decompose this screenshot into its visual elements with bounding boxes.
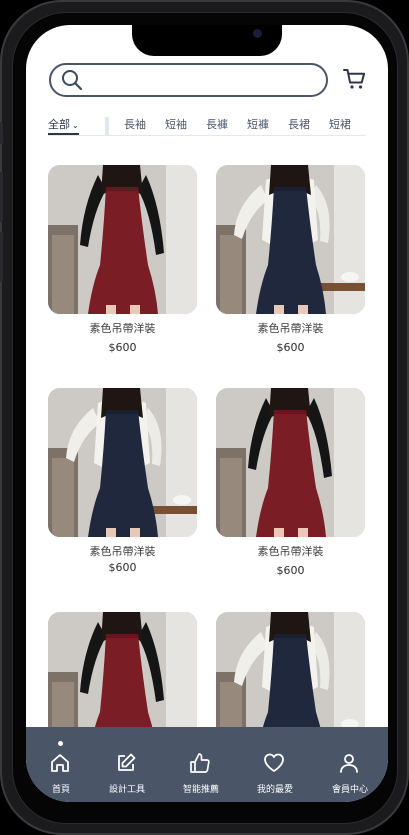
edit-icon (118, 753, 136, 771)
app-screen: 全部⌄ 長袖 短袖 長褲 短褲 長裙 短裙 襯 素色吊帶洋裝 $600 素色吊帶… (26, 25, 388, 802)
tab-long-pants[interactable]: 長褲 (206, 117, 228, 135)
front-camera (253, 29, 262, 38)
tab-shorts[interactable]: 短褲 (247, 117, 269, 135)
bottom-nav: 首頁 設計工具 智能推薦 我的最愛 會員中心 (26, 727, 388, 802)
nav-label: 設計工具 (108, 785, 145, 795)
nav-member-center[interactable]: 會員中心 (314, 727, 386, 802)
volume-up-button (0, 172, 3, 222)
mute-switch (0, 122, 3, 144)
user-icon (340, 754, 358, 773)
phone-frame: 全部⌄ 長袖 短袖 長褲 短褲 長裙 短裙 襯 素色吊帶洋裝 $600 素色吊帶… (0, 0, 409, 835)
category-tabs: 全部⌄ 長袖 短袖 長褲 短褲 長裙 短裙 襯 (48, 117, 366, 135)
cart-button[interactable] (343, 67, 367, 95)
product-price: $600 (276, 341, 305, 354)
tab-short-skirt[interactable]: 短裙 (329, 117, 351, 135)
tab-all[interactable]: 全部 ⌄ (48, 117, 79, 135)
nav-recommend[interactable]: 智能推薦 (165, 727, 237, 802)
product-image (216, 165, 365, 314)
product-image (216, 388, 365, 537)
home-icon (51, 754, 69, 772)
heart-icon (264, 753, 284, 772)
nav-favorites[interactable]: 我的最愛 (239, 727, 311, 802)
search-icon (62, 70, 83, 91)
volume-down-button (0, 232, 3, 282)
chevron-down-icon: ⌄ (72, 121, 79, 130)
product-name: 素色吊帶洋裝 (257, 545, 324, 558)
product-image (48, 388, 197, 537)
tabs-divider (48, 135, 366, 136)
thumbs-up-icon (190, 753, 210, 773)
nav-label: 會員中心 (331, 785, 368, 795)
nav-label: 我的最愛 (256, 785, 293, 795)
tab-long-sleeve[interactable]: 長袖 (124, 117, 146, 135)
search-input[interactable] (49, 63, 328, 97)
tab-short-sleeve[interactable]: 短袖 (165, 117, 187, 135)
tab-long-skirt[interactable]: 長裙 (288, 117, 310, 135)
product-name: 素色吊帶洋裝 (257, 322, 324, 335)
tab-divider (105, 117, 109, 135)
cart-icon (343, 69, 366, 89)
active-indicator (58, 741, 63, 746)
product-image (48, 165, 197, 314)
nav-label: 首頁 (51, 785, 70, 795)
product-name: 素色吊帶洋裝 (89, 545, 156, 558)
nav-home[interactable]: 首頁 (26, 727, 97, 802)
product-price: $600 (276, 564, 305, 577)
product-price: $600 (108, 561, 137, 574)
nav-label: 智能推薦 (182, 785, 219, 795)
product-price: $600 (108, 341, 137, 354)
notch (132, 25, 282, 56)
product-name: 素色吊帶洋裝 (89, 322, 156, 335)
nav-design-tools[interactable]: 設計工具 (91, 727, 163, 802)
